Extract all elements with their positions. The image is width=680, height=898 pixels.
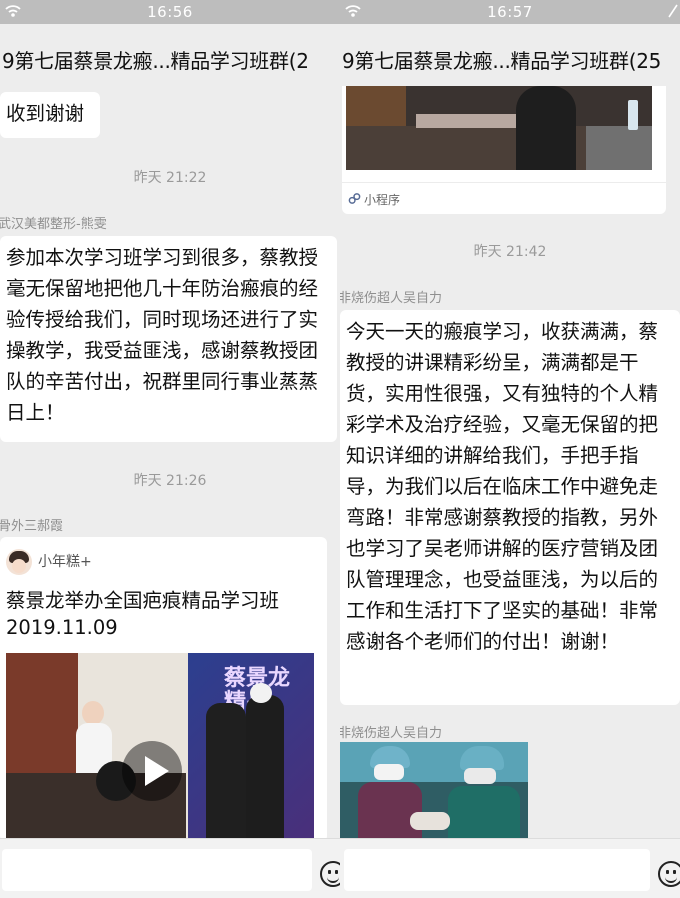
mini-program-icon	[348, 193, 361, 204]
video-thumbnail[interactable]: 蔡景龙 精品	[6, 653, 314, 842]
status-time: 16:57	[487, 3, 533, 21]
message-bubble-received[interactable]: 收到谢谢	[0, 92, 100, 138]
message-input[interactable]	[344, 849, 650, 891]
wifi-icon	[345, 5, 361, 17]
account-avatar	[6, 549, 32, 575]
left-chat-screen: 16:56 9第七届蔡景龙瘢...精品学习班群(2 收到谢谢 昨天 21:22 …	[0, 0, 340, 898]
status-bar: 16:56	[0, 0, 340, 24]
timestamp: 昨天 21:26	[133, 473, 207, 489]
mini-program-thumbnail	[346, 86, 652, 170]
message-text: 参加本次学习班学习到很多，蔡教授毫无保留地把他几十年防治瘢痕的经验传授给我们，同…	[6, 246, 319, 424]
sender-name: 武汉美都整形-熊雯	[0, 217, 107, 232]
timestamp: 昨天 21:22	[133, 170, 207, 186]
input-bar	[0, 838, 340, 898]
message-bubble[interactable]: 参加本次学习班学习到很多，蔡教授毫无保留地把他几十年防治瘢痕的经验传授给我们，同…	[0, 236, 337, 442]
emoji-icon[interactable]	[320, 861, 340, 887]
card-title: 蔡景龙举办全国疤痕精品学习班2019.11.09	[6, 589, 280, 639]
signal-icon	[668, 4, 678, 18]
sender-name: 非烧伤超人吴自力	[340, 726, 443, 741]
chat-title[interactable]: 9第七届蔡景龙瘢...精品学习班群(2	[2, 45, 309, 74]
account-name: 小年糕+	[38, 554, 92, 570]
shared-video-card[interactable]: 小年糕+ 蔡景龙举办全国疤痕精品学习班2019.11.09 蔡景龙 精品	[0, 537, 327, 842]
message-text: 今天一天的瘢痕学习，收获满满，蔡教授的讲课精彩纷呈，满满都是干货，实用性很强，又…	[346, 320, 659, 653]
chat-title-bar: 9第七届蔡景龙瘢...精品学习班群(25	[340, 24, 680, 86]
sender-name: 骨外三郝霞	[0, 519, 64, 534]
right-chat-screen: 16:57 9第七届蔡景龙瘢...精品学习班群(25 小程序 昨天 21:42	[340, 0, 680, 898]
status-time: 16:56	[147, 3, 193, 21]
timestamp: 昨天 21:42	[473, 244, 547, 260]
mini-program-card[interactable]: 小程序	[342, 86, 666, 214]
input-bar	[340, 838, 680, 898]
image-message[interactable]	[340, 742, 528, 838]
chat-title-bar: 9第七届蔡景龙瘢...精品学习班群(2	[0, 24, 340, 86]
chat-title[interactable]: 9第七届蔡景龙瘢...精品学习班群(25	[342, 45, 661, 74]
message-bubble[interactable]: 今天一天的瘢痕学习，收获满满，蔡教授的讲课精彩纷呈，满满都是干货，实用性很强，又…	[340, 310, 680, 705]
message-text: 收到谢谢	[6, 102, 85, 125]
status-bar: 16:57	[340, 0, 680, 24]
mini-program-label: 小程序	[364, 193, 401, 207]
message-input[interactable]	[2, 849, 312, 891]
play-icon	[145, 756, 169, 786]
emoji-icon[interactable]	[658, 861, 680, 887]
sender-name: 非烧伤超人吴自力	[340, 291, 443, 306]
play-button[interactable]	[122, 741, 182, 801]
